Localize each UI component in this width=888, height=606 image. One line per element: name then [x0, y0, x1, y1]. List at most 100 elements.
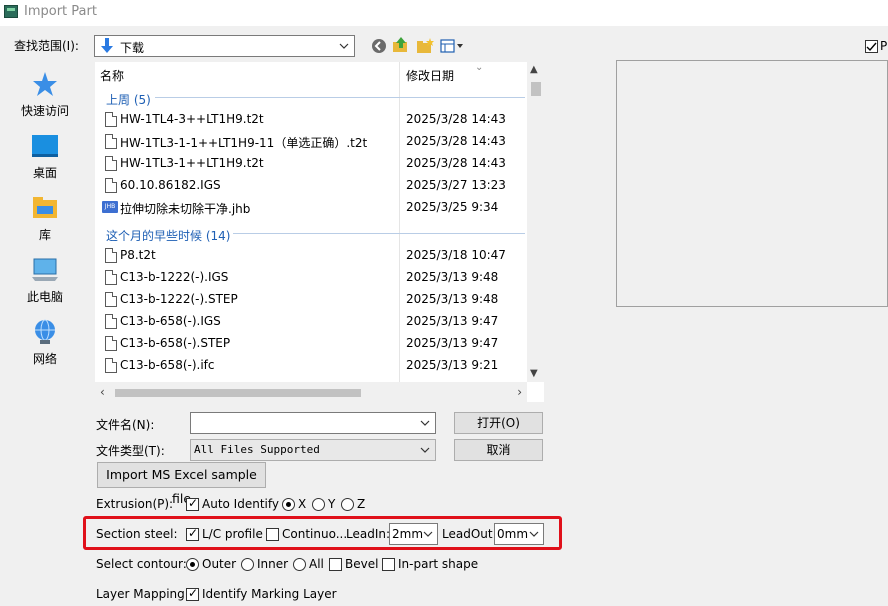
column-header-name[interactable]: 名称: [100, 62, 124, 86]
place-network[interactable]: 网络: [8, 314, 82, 370]
import-excel-button[interactable]: Import MS Excel sample file: [97, 462, 266, 506]
scroll-thumb[interactable]: [115, 389, 361, 397]
inpart-label: In-part shape: [398, 557, 479, 571]
identify-marking-label: Identify Marking Layer: [202, 587, 337, 601]
extrusion-z-radio[interactable]: [341, 498, 354, 511]
file-row[interactable]: JHB 拉伸切除未切除干净.jhb 2025/3/25 9:34: [95, 197, 527, 219]
file-row[interactable]: C13-b-658(-).ifc 2025/3/13 9:21: [95, 355, 527, 377]
file-row[interactable]: C13-b-658(-).IGS 2025/3/13 9:47: [95, 311, 527, 333]
scroll-left-icon[interactable]: ‹: [100, 385, 105, 399]
place-quick-access[interactable]: 快速访问: [8, 66, 82, 122]
scroll-thumb[interactable]: [531, 82, 541, 96]
column-header-date[interactable]: 修改日期: [406, 62, 454, 86]
horizontal-scrollbar[interactable]: ‹ ›: [95, 382, 527, 402]
new-folder-icon[interactable]: [415, 36, 435, 56]
file-row[interactable]: P8.t2t 2025/3/18 10:47: [95, 245, 527, 267]
filetype-select[interactable]: All Files Supported: [190, 439, 436, 461]
view-menu-icon[interactable]: [439, 36, 467, 56]
network-icon: [35, 319, 55, 344]
bevel-checkbox[interactable]: [329, 558, 342, 571]
group-header-last-week[interactable]: 上周 (5): [106, 91, 151, 109]
lookin-combo[interactable]: 下载: [94, 35, 355, 57]
file-date: 2025/3/13 9:48: [406, 292, 499, 306]
cancel-button[interactable]: 取消: [454, 439, 543, 461]
import-dialog: 查找范围(I): 下载 快速访问 桌面 库 此电脑 网络 名称 ⌄ 修改日期 上…: [0, 26, 888, 606]
group-divider: [155, 97, 525, 98]
file-row[interactable]: HW-1TL4-3++LT1H9.t2t 2025/3/28 14:43: [95, 109, 527, 131]
lookin-label: 查找范围(I):: [14, 39, 79, 53]
chevron-down-icon: [339, 43, 349, 49]
file-list[interactable]: 名称 ⌄ 修改日期 上周 (5) HW-1TL4-3++LT1H9.t2t 20…: [95, 62, 544, 402]
vertical-scrollbar[interactable]: ▲ ▼: [527, 62, 544, 382]
place-library[interactable]: 库: [8, 190, 82, 246]
open-button[interactable]: 打开(O): [454, 412, 543, 434]
file-icon: [105, 248, 117, 263]
bevel-label: Bevel: [345, 557, 379, 571]
file-row[interactable]: 60.10.86182.IGS 2025/3/27 13:23: [95, 175, 527, 197]
contour-inner-label: Inner: [257, 557, 289, 571]
place-label: 网络: [32, 352, 57, 366]
preview-label: P: [880, 39, 888, 53]
scroll-down-icon[interactable]: ▼: [530, 368, 538, 379]
place-this-pc[interactable]: 此电脑: [8, 252, 82, 308]
identify-marking-checkbox[interactable]: [186, 586, 199, 601]
app-icon: [4, 5, 18, 18]
file-icon: [105, 156, 117, 171]
place-label: 桌面: [32, 166, 57, 180]
extrusion-x-label: X: [298, 497, 307, 511]
file-row[interactable]: C13-b-1222(-).STEP 2025/3/13 9:48: [95, 289, 527, 311]
scroll-up-icon[interactable]: ▲: [530, 64, 538, 75]
contour-all-radio[interactable]: [293, 558, 306, 571]
file-name: 拉伸切除未切除干净.jhb: [120, 202, 251, 216]
file-row[interactable]: C13-b-658(-).STEP 2025/3/13 9:47: [95, 333, 527, 355]
auto-identify-checkbox[interactable]: [186, 496, 199, 511]
chevron-down-icon[interactable]: [419, 417, 431, 429]
place-label: 快速访问: [20, 104, 69, 118]
place-label: 库: [38, 228, 51, 242]
contour-inner-radio[interactable]: [241, 558, 254, 571]
inpart-checkbox[interactable]: [382, 558, 395, 571]
file-row[interactable]: C13-b-1222(-).IGS 2025/3/13 9:48: [95, 267, 527, 289]
filetype-label: 文件类型(T):: [96, 444, 165, 458]
filename-label: 文件名(N):: [96, 418, 155, 432]
preview-checkbox[interactable]: [865, 40, 878, 53]
file-icon: [105, 336, 117, 351]
extrusion-x-radio[interactable]: [282, 498, 295, 511]
file-date: 2025/3/18 10:47: [406, 248, 506, 262]
scroll-right-icon[interactable]: ›: [517, 385, 522, 399]
file-icon: [105, 314, 117, 329]
file-date: 2025/3/13 9:47: [406, 336, 499, 350]
file-name: P8.t2t: [120, 248, 156, 262]
places-bar: 快速访问 桌面 库 此电脑 网络: [8, 62, 82, 366]
up-folder-icon[interactable]: [391, 36, 411, 56]
file-date: 2025/3/13 9:48: [406, 270, 499, 284]
back-icon[interactable]: [369, 36, 389, 56]
auto-identify-label: Auto Identify: [202, 497, 279, 511]
star-icon: [33, 72, 57, 96]
file-name: C13-b-1222(-).STEP: [120, 292, 238, 306]
file-date: 2025/3/28 14:43: [406, 156, 506, 170]
group-divider: [233, 233, 525, 234]
contour-outer-radio[interactable]: [186, 558, 199, 571]
check-icon: [866, 42, 877, 52]
contour-label: Select contour:: [96, 557, 187, 571]
annotation-highlight-box: [83, 516, 562, 550]
preview-pane: [616, 60, 888, 307]
lookin-value: 下载: [120, 41, 145, 55]
file-date: 2025/3/13 9:47: [406, 314, 499, 328]
file-icon: [105, 292, 117, 307]
contour-all-label: All: [309, 557, 324, 571]
extrusion-y-radio[interactable]: [312, 498, 325, 511]
filename-input[interactable]: [190, 412, 436, 434]
chevron-down-icon[interactable]: [419, 444, 431, 456]
download-folder-icon: [101, 38, 113, 53]
jhb-file-icon: JHB: [102, 201, 118, 213]
group-header-earlier-this-month[interactable]: 这个月的早些时候 (14): [106, 227, 230, 245]
file-icon: [105, 358, 117, 373]
file-name: C13-b-1222(-).IGS: [120, 270, 229, 284]
file-row[interactable]: HW-1TL3-1-1++LT1H9-11（单选正确）.t2t 2025/3/2…: [95, 131, 527, 153]
place-desktop[interactable]: 桌面: [8, 128, 82, 184]
extrusion-y-label: Y: [328, 497, 336, 511]
file-name: HW-1TL3-1++LT1H9.t2t: [120, 156, 264, 170]
file-row[interactable]: HW-1TL3-1++LT1H9.t2t 2025/3/28 14:43: [95, 153, 527, 175]
